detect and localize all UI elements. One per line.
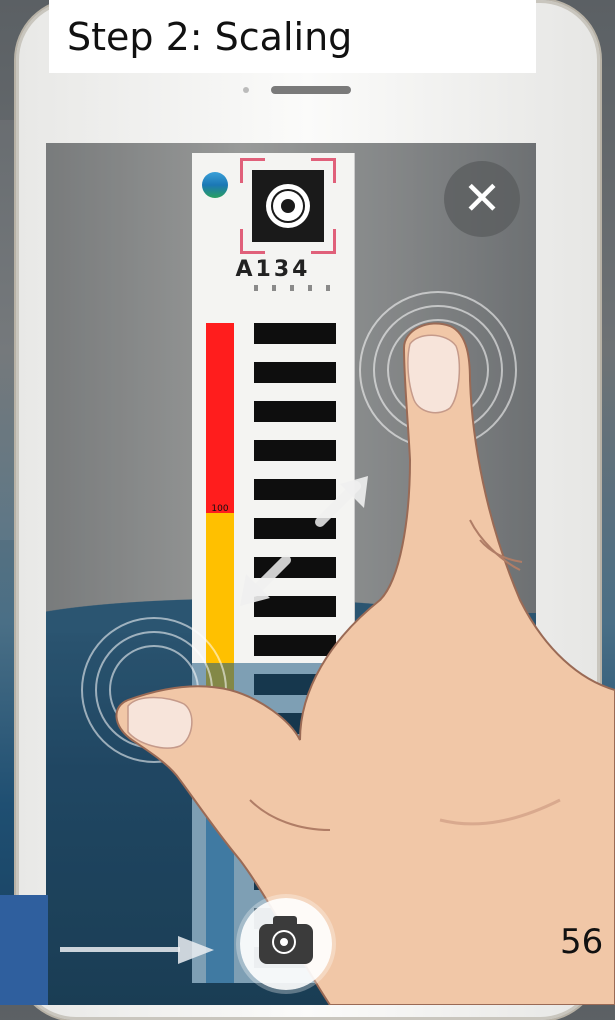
slide-accent-box: [0, 895, 48, 1005]
hand: [115, 322, 615, 1005]
pinch-gesture-illustration: [81, 291, 615, 1005]
shutter-button[interactable]: [240, 898, 332, 990]
camera-icon: [259, 916, 313, 964]
pinch-arrows-icon: [249, 481, 361, 597]
page-number: 56: [560, 922, 604, 962]
pointer-arrowhead: [178, 936, 214, 964]
step-title: Step 2: Scaling: [49, 0, 536, 73]
pointer-arrow-icon: [60, 947, 180, 952]
